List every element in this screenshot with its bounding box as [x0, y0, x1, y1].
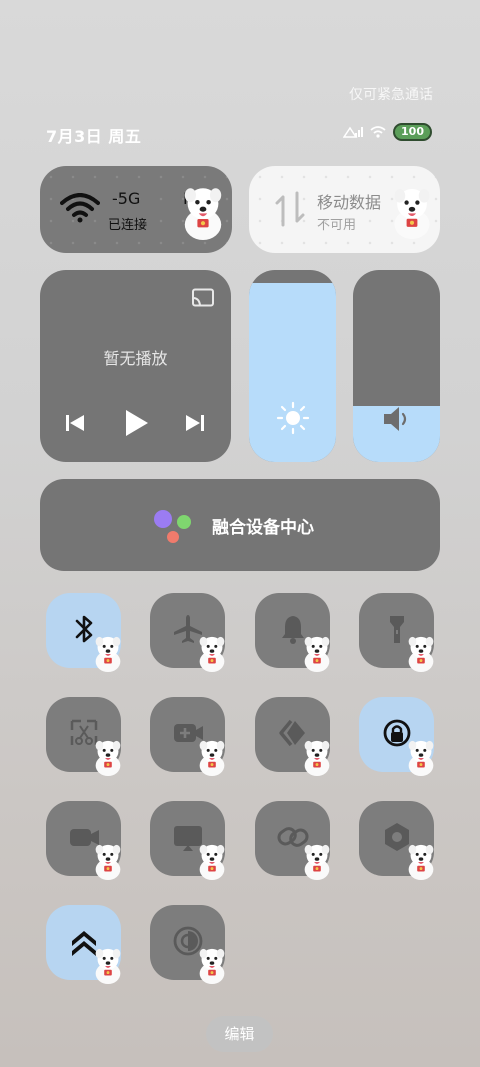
toggle-tile-flashlight[interactable]	[359, 593, 434, 668]
volume-slider[interactable]	[353, 270, 440, 462]
previous-track-icon[interactable]	[64, 412, 86, 434]
edit-button[interactable]: 编辑	[206, 1016, 273, 1052]
toggle-tile-screenshot[interactable]	[46, 697, 121, 772]
dog-sticker-image	[402, 737, 440, 777]
emergency-call-only-text: 仅可紧急通话	[349, 87, 433, 103]
toggle-tile-bluetooth[interactable]	[46, 593, 121, 668]
mobile-data-status: 不可用	[317, 218, 357, 233]
dog-sticker-image	[193, 945, 231, 985]
dog-sticker-image	[89, 841, 127, 881]
toggle-tile-performance[interactable]	[46, 905, 121, 980]
dog-sticker-image	[402, 841, 440, 881]
signal-icon	[343, 126, 364, 138]
dog-sticker-image	[298, 633, 336, 673]
dog-sticker-image	[193, 737, 231, 777]
wifi-network-name: -5G	[112, 189, 141, 208]
brightness-icon	[276, 401, 310, 435]
speaker-icon	[384, 407, 407, 431]
dog-sticker-image	[193, 633, 231, 673]
device-hub-label: 融合设备中心	[212, 518, 314, 538]
toggle-tile-add-video[interactable]	[150, 697, 225, 772]
wifi-icon	[60, 193, 100, 223]
dog-sticker-image	[89, 633, 127, 673]
dog-sticker-image	[175, 174, 231, 250]
mobile-data-card[interactable]: 移动数据 不可用	[249, 166, 440, 253]
toggle-tile-video-camera[interactable]	[46, 801, 121, 876]
play-icon[interactable]	[122, 408, 150, 438]
toggle-tile-cast-screen[interactable]	[150, 801, 225, 876]
no-playback-text: 暂无播放	[103, 349, 168, 368]
device-hub-card[interactable]: 融合设备中心	[40, 479, 440, 571]
device-hub-icon	[154, 510, 191, 543]
status-icons: 100	[343, 123, 432, 141]
data-arrows-icon	[275, 191, 305, 227]
mobile-data-label: 移动数据	[317, 193, 382, 212]
wifi-status-text: 已连接	[108, 218, 148, 233]
next-track-icon[interactable]	[184, 412, 206, 434]
dog-sticker-image	[298, 841, 336, 881]
toggle-tile-bell[interactable]	[255, 593, 330, 668]
toggle-tile-nearby-share[interactable]	[255, 697, 330, 772]
toggle-tile-airplane[interactable]	[150, 593, 225, 668]
dog-sticker-image	[89, 945, 127, 985]
dog-sticker-image	[298, 737, 336, 777]
brightness-slider[interactable]	[249, 270, 336, 462]
wifi-status-icon	[370, 126, 386, 138]
toggle-tile-link[interactable]	[255, 801, 330, 876]
dog-sticker-image	[89, 737, 127, 777]
dog-sticker-image	[385, 174, 439, 250]
toggle-tile-dark-mode[interactable]	[150, 905, 225, 980]
dog-sticker-image	[402, 633, 440, 673]
cast-icon[interactable]	[191, 288, 215, 308]
toggle-tile-rotation-lock[interactable]	[359, 697, 434, 772]
dog-sticker-image	[193, 841, 231, 881]
toggle-tile-settings-hex[interactable]	[359, 801, 434, 876]
wifi-card[interactable]: -5G 已连接 MI	[40, 166, 232, 253]
media-player-card[interactable]: 暂无播放	[40, 270, 231, 462]
date-label: 7月3日 周五	[46, 127, 142, 146]
brightness-fill	[249, 283, 336, 462]
battery-indicator: 100	[393, 123, 432, 141]
